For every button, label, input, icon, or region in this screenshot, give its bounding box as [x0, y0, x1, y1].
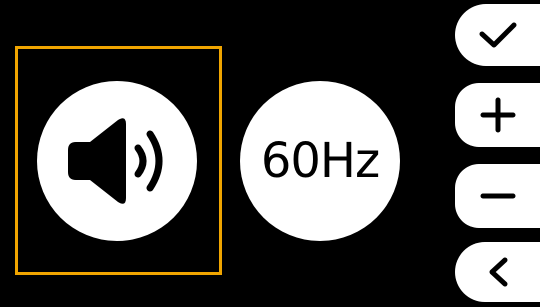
minus-icon [478, 186, 518, 206]
plus-icon [478, 95, 518, 135]
frequency-label: 60Hz [260, 133, 380, 189]
chevron-left-icon [483, 255, 513, 289]
volume-button[interactable] [37, 81, 197, 241]
frequency-button[interactable]: 60Hz [240, 81, 400, 241]
checkmark-icon [476, 19, 520, 51]
confirm-button[interactable] [455, 4, 540, 66]
decrease-button[interactable] [455, 164, 540, 228]
screen: 60Hz [0, 0, 540, 307]
increase-button[interactable] [455, 83, 540, 147]
speaker-volume-icon [62, 106, 172, 216]
back-button[interactable] [455, 242, 540, 302]
